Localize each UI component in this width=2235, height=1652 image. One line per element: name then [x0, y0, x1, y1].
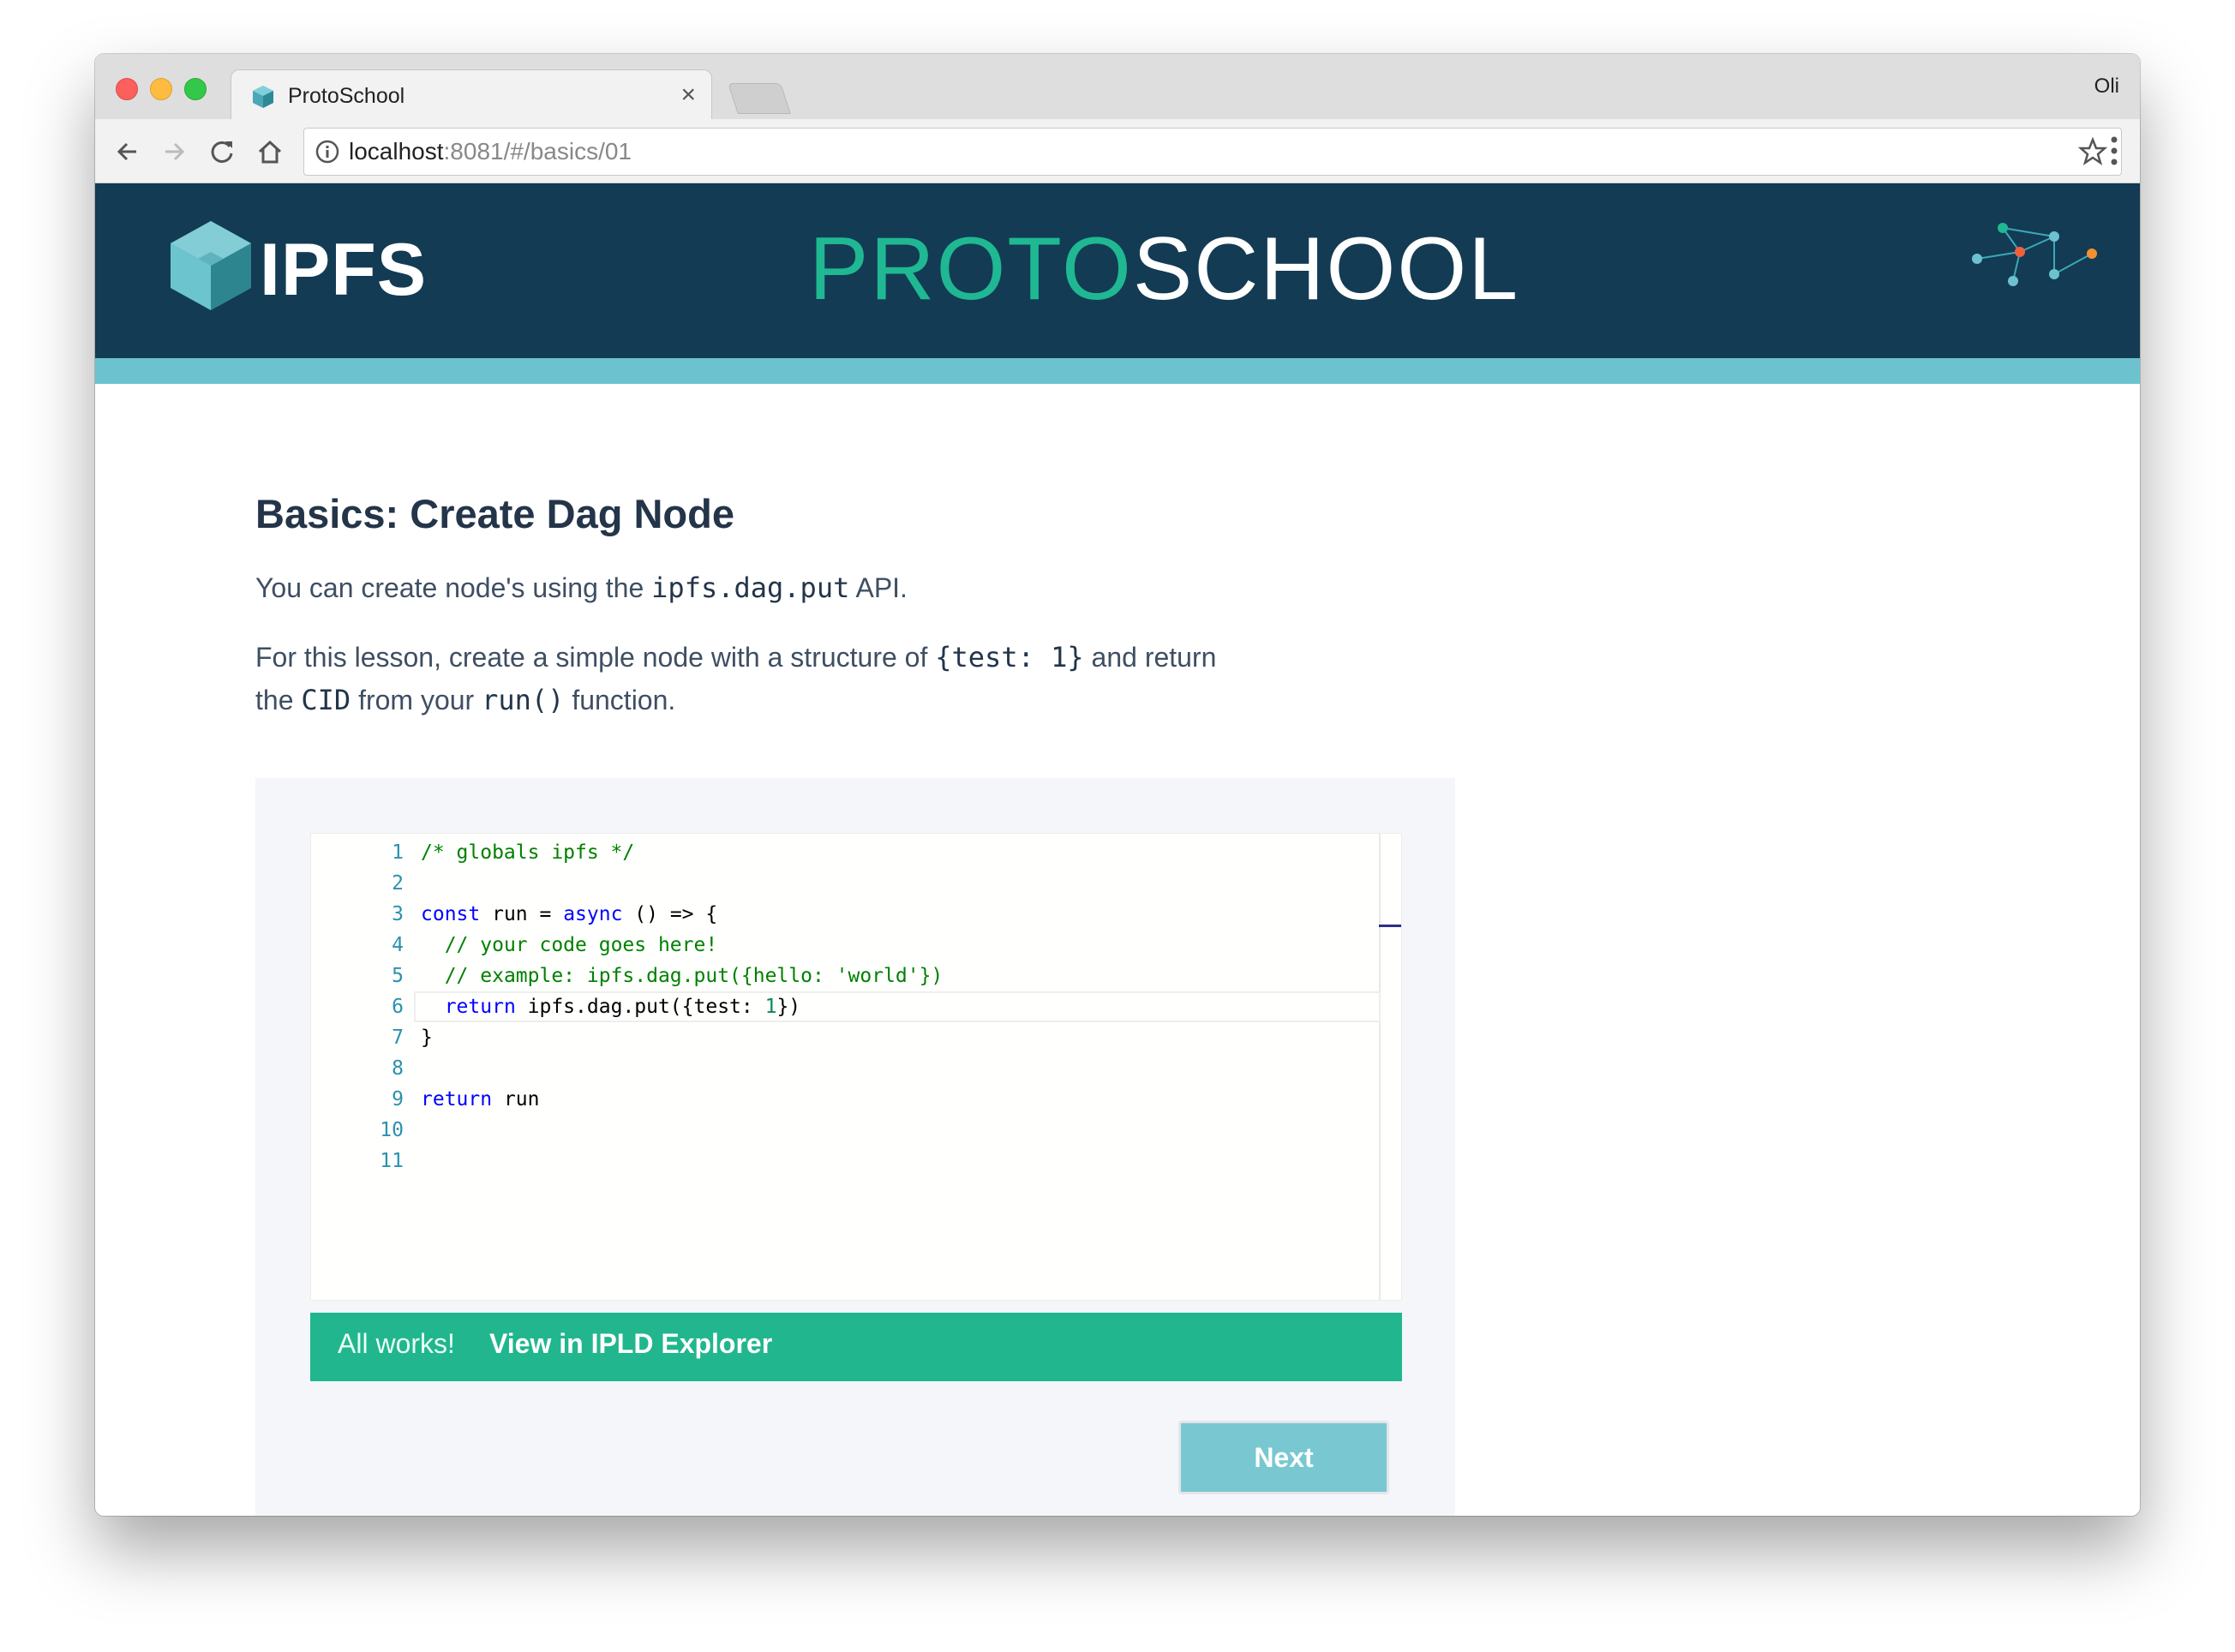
- code-text: return ipfs.dag.put({test: 1}): [444, 996, 801, 1018]
- cursor-position-marker: [1379, 925, 1401, 927]
- code-line[interactable]: 7}: [311, 1022, 1381, 1053]
- cube-icon: [253, 86, 273, 108]
- code-line[interactable]: 9 return run: [311, 1084, 1381, 1115]
- code-text: // example: ipfs.dag.put({hello: 'world'…: [444, 965, 944, 987]
- profile-name[interactable]: Oli: [2094, 75, 2119, 99]
- reload-icon[interactable]: [207, 136, 237, 167]
- code-line[interactable]: 8: [311, 1053, 1381, 1084]
- line-number: 7: [392, 1027, 404, 1049]
- line-number: 11: [380, 1150, 404, 1172]
- browser-window: ProtoSchool × Oli localhost:8081/#/basic…: [95, 54, 2140, 1516]
- line-number: 5: [392, 965, 404, 987]
- ipld-explorer-link[interactable]: View in IPLD Explorer: [489, 1328, 772, 1360]
- protoschool-logo[interactable]: PROTOSCHOOL: [809, 216, 1519, 323]
- line-number: 2: [392, 872, 404, 895]
- line-number: 10: [380, 1119, 404, 1141]
- ipfs-logo-text[interactable]: IPFS: [260, 228, 427, 313]
- minimize-window-button[interactable]: [150, 78, 172, 100]
- bookmark-star-icon[interactable]: [2078, 137, 2107, 166]
- address-bar[interactable]: localhost:8081/#/basics/01: [303, 128, 2122, 176]
- new-tab-button[interactable]: [728, 83, 791, 114]
- code-text: // your code goes here!: [444, 934, 718, 956]
- code-editor[interactable]: 1 /* globals ipfs */ 2 3 const run = async (…: [310, 833, 1402, 1301]
- tab-title: ProtoSchool: [288, 84, 405, 108]
- line-number: 4: [392, 934, 404, 956]
- line-number: 8: [392, 1057, 404, 1080]
- code-text: const run = async () => {: [421, 903, 718, 925]
- url-text[interactable]: localhost:8081/#/basics/01: [349, 138, 632, 165]
- code-line[interactable]: 2: [311, 868, 1381, 899]
- code-line[interactable]: 5 // example: ipfs.dag.put({hello: 'worl…: [311, 961, 1381, 991]
- page-title: Basics: Create Dag Node: [255, 491, 734, 536]
- line-number: 1: [392, 841, 404, 864]
- line-number: 3: [392, 903, 404, 925]
- code-line[interactable]: 11: [311, 1146, 1381, 1176]
- forward-icon[interactable]: [159, 136, 189, 167]
- header-stripe: [95, 358, 2140, 384]
- next-button[interactable]: Next: [1178, 1421, 1389, 1494]
- line-number: 9: [392, 1088, 404, 1110]
- line-number: 6: [392, 996, 404, 1018]
- tab-protoschool[interactable]: ProtoSchool ×: [231, 69, 712, 122]
- code-line[interactable]: 3 const run = async () => {: [311, 899, 1381, 930]
- code-text: return run: [421, 1088, 540, 1110]
- status-message: All works!: [338, 1328, 455, 1359]
- tab-close-icon[interactable]: ×: [680, 81, 696, 110]
- code-text: /* globals ipfs */: [421, 841, 635, 864]
- lesson-paragraph-2: For this lesson, create a simple node wi…: [255, 641, 1217, 716]
- site-header: IPFS PROTOSCHOOL: [95, 183, 2140, 358]
- network-graph-icon: [1972, 223, 2097, 286]
- maximize-window-button[interactable]: [184, 78, 207, 100]
- browser-menu-icon[interactable]: [2111, 135, 2118, 167]
- code-line[interactable]: 6 return ipfs.dag.put({test: 1}): [311, 991, 1381, 1022]
- code-text: }: [421, 1027, 433, 1049]
- ipfs-cube-logo[interactable]: [164, 218, 258, 314]
- tab-strip: ProtoSchool × Oli: [95, 54, 2140, 122]
- code-line[interactable]: 1 /* globals ipfs */: [311, 837, 1381, 868]
- lesson-paragraph-1: You can create node's using the ipfs.dag…: [255, 572, 908, 604]
- browser-toolbar: localhost:8081/#/basics/01: [95, 119, 2140, 183]
- info-icon[interactable]: [315, 139, 340, 165]
- result-bar: All works! View in IPLD Explorer: [310, 1313, 1402, 1381]
- exercise-panel: 1 /* globals ipfs */ 2 3 const run = async (…: [255, 778, 1455, 1516]
- code-line[interactable]: 4 // your code goes here!: [311, 930, 1381, 961]
- home-icon[interactable]: [255, 136, 285, 167]
- back-icon[interactable]: [112, 136, 143, 167]
- close-window-button[interactable]: [116, 78, 138, 100]
- code-line[interactable]: 10: [311, 1115, 1381, 1146]
